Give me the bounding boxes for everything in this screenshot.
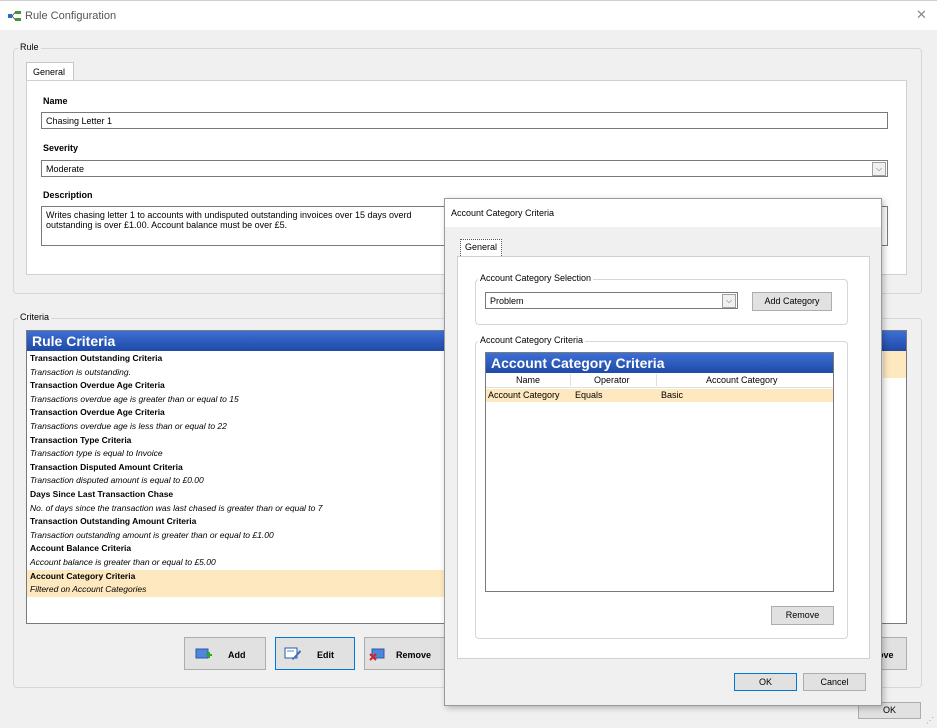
column-divider [570,374,571,386]
add-icon [195,648,212,659]
resize-grip-icon[interactable]: ⋰ [926,716,936,726]
cell-category: Basic [661,390,684,400]
dialog-tab-label: General [465,242,498,252]
selected-row-extension [883,351,906,378]
name-label: Name [43,96,68,106]
dialog-ok-button[interactable]: OK [734,673,797,691]
cell-name: Account Category [488,390,560,400]
dialog-remove-button[interactable]: Remove [771,606,834,625]
chevron-down-icon[interactable]: ⌵ [872,162,886,176]
rule-group-label: Rule [18,42,41,52]
severity-label: Severity [43,143,79,153]
list-item[interactable]: Transaction Outstanding Criteria [27,352,445,366]
dialog-criteria-list[interactable]: Account Category Criteria Name Operator … [485,352,834,592]
list-item[interactable]: Account Category Criteria [27,569,445,584]
edit-icon [284,647,301,660]
column-header-operator[interactable]: Operator [594,375,630,385]
window-title: Rule Configuration [25,10,117,22]
app-icon [8,11,21,21]
list-item[interactable]: Transactions overdue age is greater than… [27,393,445,407]
add-button-label: Add [228,650,246,660]
list-item[interactable]: Transaction Overdue Age Criteria [27,406,445,420]
table-row[interactable]: Account Category Equals Basic [486,389,833,402]
list-item[interactable]: Account balance is greater than or equal… [27,556,445,570]
list-item[interactable]: Transactions overdue age is less than or… [27,420,445,434]
list-item[interactable]: Filtered on Account Categories [27,583,445,597]
list-item[interactable]: Transaction type is equal to Invoice [27,447,445,461]
category-select[interactable]: Problem [485,292,738,309]
window-titlebar: Rule Configuration ✕ [0,0,937,30]
list-item[interactable]: Transaction is outstanding. [27,366,445,380]
column-header-name[interactable]: Name [516,375,540,385]
list-item[interactable]: Transaction Disputed Amount Criteria [27,461,445,475]
add-button[interactable]: Add [184,637,266,670]
column-divider [656,374,657,386]
dialog-criteria-header: Account Category Criteria [486,353,833,373]
list-item[interactable]: Transaction Type Criteria [27,434,445,448]
remove-button[interactable]: Remove [364,637,446,670]
list-item[interactable]: No. of days since the transaction was la… [27,502,445,516]
edit-button[interactable]: Edit [275,637,355,670]
category-chevron-down-icon[interactable]: ⌵ [722,294,736,308]
list-item[interactable]: Account Balance Criteria [27,542,445,556]
remove-button-label: Remove [396,650,432,660]
category-selection-label: Account Category Selection [478,273,594,283]
list-item[interactable]: Transaction disputed amount is equal to … [27,474,445,488]
cell-operator: Equals [575,390,603,400]
name-field[interactable]: Chasing Letter 1 [41,112,888,129]
remove-icon [369,648,385,661]
criteria-group-label: Criteria [18,312,52,322]
severity-select[interactable]: Moderate [41,160,888,177]
column-headers: Name Operator Account Category [486,374,833,388]
list-item[interactable]: Transaction Outstanding Amount Criteria [27,515,445,529]
close-icon[interactable]: ✕ [916,7,927,23]
account-category-dialog: Account Category Criteria General Accoun… [444,198,882,706]
list-item[interactable]: Transaction Overdue Age Criteria [27,379,445,393]
description-label: Description [43,190,93,200]
add-category-button[interactable]: Add Category [752,292,832,311]
dialog-criteria-label: Account Category Criteria [478,335,586,345]
dialog-title: Account Category Criteria [451,208,555,218]
list-item[interactable]: Transaction outstanding amount is greate… [27,529,445,543]
edit-button-label: Edit [317,650,334,660]
list-item[interactable]: Days Since Last Transaction Chase [27,488,445,502]
column-header-category[interactable]: Account Category [706,375,778,385]
dialog-cancel-button[interactable]: Cancel [803,673,866,691]
